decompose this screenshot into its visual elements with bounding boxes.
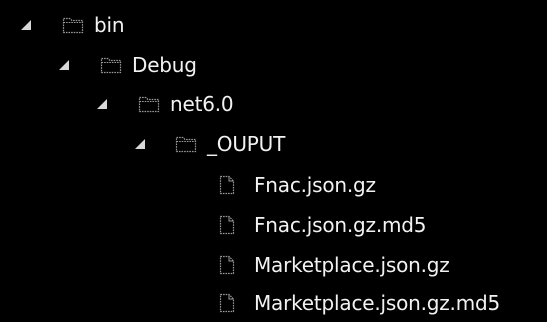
tree-item-label: _OUPUT <box>207 132 286 156</box>
file-icon <box>216 215 238 235</box>
tree-item-file[interactable]: Fnac.json.gz.md5 <box>0 206 547 244</box>
tree-item-file[interactable]: Marketplace.json.gz.md5 <box>0 284 547 322</box>
chevron-expanded-icon[interactable] <box>96 98 108 110</box>
folder-icon <box>62 15 84 35</box>
tree-item-label: Marketplace.json.gz.md5 <box>254 291 501 315</box>
chevron-expanded-icon[interactable] <box>134 138 146 150</box>
file-tree: bin Debug net6.0 _OUPUT Fnac.json.gz Fna… <box>0 0 547 322</box>
file-icon <box>216 175 238 195</box>
tree-item-label: Marketplace.json.gz <box>254 253 450 277</box>
chevron-expanded-icon[interactable] <box>58 59 70 71</box>
file-icon <box>216 255 238 275</box>
tree-item-label: Debug <box>132 53 197 77</box>
tree-item-file[interactable]: Fnac.json.gz <box>0 166 547 204</box>
file-icon <box>216 293 238 313</box>
tree-item-label: net6.0 <box>170 92 234 116</box>
tree-item-label: Fnac.json.gz <box>254 173 376 197</box>
folder-icon <box>100 55 122 75</box>
tree-item-net6[interactable]: net6.0 <box>0 85 547 123</box>
tree-item-label: bin <box>94 13 125 37</box>
tree-item-label: Fnac.json.gz.md5 <box>254 213 427 237</box>
folder-icon <box>138 94 160 114</box>
tree-item-bin[interactable]: bin <box>0 6 547 44</box>
chevron-expanded-icon[interactable] <box>20 19 32 31</box>
tree-item-ouput[interactable]: _OUPUT <box>0 125 547 163</box>
tree-item-file[interactable]: Marketplace.json.gz <box>0 246 547 284</box>
folder-icon <box>175 134 197 154</box>
tree-item-debug[interactable]: Debug <box>0 46 547 84</box>
